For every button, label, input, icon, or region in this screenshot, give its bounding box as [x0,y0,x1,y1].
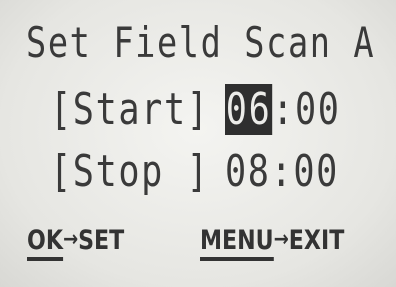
stop-time-row[interactable]: [Stop ] 08:00 [0,146,396,200]
screen-title: Set Field Scan A [26,18,376,67]
ok-action-label: SET [78,225,125,256]
stop-minute-field[interactable]: 00 [293,146,339,197]
stop-time: 08:00 [225,146,339,198]
start-time: 06:00 [225,84,341,136]
menu-action-label: EXIT [288,225,345,256]
menu-key-label: MENU [200,225,274,261]
stop-label: [Stop ] [50,146,210,197]
start-minute-field[interactable]: 00 [295,84,341,135]
menu-arrow-icon: → [273,227,289,252]
stop-hour-field[interactable]: 08 [225,146,271,197]
stop-time-separator: : [270,146,294,197]
ok-key-label: OK [27,225,63,261]
start-label: [Start] [50,84,210,135]
ok-set-hint[interactable]: OK→SET [27,222,124,264]
menu-exit-hint[interactable]: MENU→EXIT [200,222,344,264]
lcd-screen: Set Field Scan A [Start] 06:00 [Stop ] 0… [0,0,396,287]
ok-arrow-icon: → [62,227,79,252]
start-time-row[interactable]: [Start] 06:00 [0,84,396,138]
start-time-separator: : [272,84,295,135]
start-hour-field[interactable]: 06 [225,84,273,135]
